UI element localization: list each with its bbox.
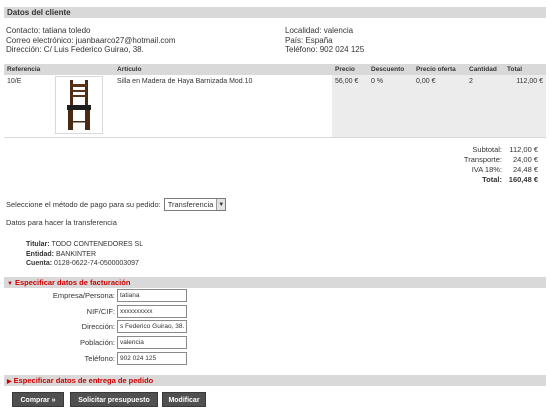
bank-holder: Titular: TODO CONTENEDORES SL [26, 240, 143, 250]
vat-value: 24,48 € [512, 165, 538, 174]
contact-locality: Localidad: valencia [285, 26, 354, 35]
order-table: Referencia Artículo Precio Descuento Pre… [4, 64, 546, 138]
header-article: Artículo [114, 64, 332, 75]
billing-address-row: Dirección: s Federico Guirao, 38. [0, 320, 187, 333]
cell-offer-price: 0,00 € [413, 75, 466, 138]
bank-holder-label: Titular: [26, 241, 50, 248]
billing-city-row: Población: valencia [0, 336, 187, 349]
order-table-header: Referencia Artículo Precio Descuento Pre… [4, 64, 546, 75]
header-reference: Referencia [4, 64, 52, 75]
chair-image[interactable] [55, 76, 103, 134]
company-label: Empresa/Persona: [52, 291, 115, 300]
bank-account-value: 0128-0622-74-0500003097 [54, 260, 139, 267]
vat-row: IVA 18%: 24,48 € [432, 165, 538, 175]
bank-account: Cuenta: 0128-0622-74-0500003097 [26, 259, 143, 269]
bank-entity-value: BANKINTER [55, 250, 97, 258]
payment-method-select[interactable]: Transferencia ▼ [163, 198, 227, 211]
transfer-title: Datos para hacer la transferencia [6, 218, 117, 227]
billing-company-row: Empresa/Persona: tatiana [0, 289, 187, 302]
bank-entity-label: Entidad: [26, 250, 54, 258]
modify-button[interactable]: Modificar [162, 392, 206, 407]
chair-icon [67, 80, 91, 130]
billing-section-toggle[interactable]: ▼ Especificar datos de facturación [4, 277, 546, 288]
header-total: Total [504, 64, 546, 75]
vat-label: IVA 18%: [471, 165, 502, 174]
contact-email: Correo electrónico: juanbaarco27@hotmail… [6, 35, 176, 45]
shipping-row: Transporte: 24,00 € [432, 155, 538, 165]
total-label: Total: [482, 175, 502, 184]
billing-section-title: Especificar datos de facturación [14, 278, 131, 287]
shipping-label: Transporte: [463, 155, 502, 164]
cell-quantity: 2 [466, 75, 504, 138]
shipping-value: 24,00 € [512, 155, 538, 164]
delivery-section-toggle[interactable]: ▶ Especificar datos de entrega de pedido [4, 375, 546, 386]
phone-label: Teléfono: [84, 354, 115, 363]
contact-info-right: Localidad: valencia País: España Teléfon… [285, 26, 364, 55]
payment-method-label: Seleccione el método de pago para su ped… [6, 200, 161, 209]
contact-info-left: Contacto: tatiana toledo Correo electrón… [6, 26, 176, 55]
payment-method-value: Transferencia [167, 200, 214, 209]
address-field[interactable]: s Federico Guirao, 38. [117, 320, 187, 333]
city-label: Población: [79, 338, 115, 347]
client-section-title: Datos del cliente [7, 8, 71, 17]
table-row: 10/E Silla en Madera de Haya Barnizada M… [4, 75, 546, 138]
header-price: Precio [332, 64, 368, 75]
nif-field[interactable]: xxxxxxxxxx [117, 305, 187, 318]
bank-account-label: Cuenta: [26, 260, 53, 267]
subtotal-row: Subtotal: 112,00 € [432, 145, 538, 155]
delivery-section-title: Especificar datos de entrega de pedido [13, 376, 154, 385]
cell-total: 112,00 € [504, 75, 546, 138]
contact-address: Dirección: C/ Luis Federico Guirao, 38. [6, 45, 144, 54]
request-quote-button[interactable]: Solicitar presupuesto [70, 392, 158, 407]
header-discount: Descuento [368, 64, 413, 75]
triangle-right-icon: ▶ [7, 379, 12, 385]
chevron-down-icon[interactable]: ▼ [216, 199, 226, 210]
city-field[interactable]: valencia [117, 336, 187, 349]
phone-field[interactable]: 902 024 125 [117, 352, 187, 365]
contact-name: Contacto: tatiana toledo [6, 26, 91, 35]
cell-discount: 0 % [368, 75, 413, 138]
company-field[interactable]: tatiana [117, 289, 187, 302]
payment-method-row: Seleccione el método de pago para su ped… [6, 198, 227, 211]
address-label: Dirección: [81, 322, 115, 331]
contact-phone: Teléfono: 902 024 125 [285, 45, 365, 54]
order-totals: Subtotal: 112,00 € Transporte: 24,00 € I… [432, 145, 538, 185]
billing-phone-row: Teléfono: 902 024 125 [0, 352, 187, 365]
cell-reference: 10/E [4, 75, 52, 138]
header-offer-price: Precio oferta [413, 64, 466, 75]
contact-country: País: España [285, 35, 333, 45]
cell-article: Silla en Madera de Haya Barnizada Mod.10 [114, 75, 332, 138]
client-section-header: Datos del cliente [4, 7, 546, 18]
total-row: Total: 160,48 € [432, 175, 538, 185]
bank-entity: Entidad: BANKINTER [26, 250, 143, 260]
bank-holder-value: TODO CONTENEDORES SL [51, 241, 144, 248]
buy-button[interactable]: Comprar » [12, 392, 64, 407]
total-value: 160,48 € [508, 175, 538, 184]
nif-label: NIF/CIF: [86, 307, 115, 316]
cell-price: 56,00 € [332, 75, 368, 138]
header-quantity: Cantidad [466, 64, 504, 75]
bank-details: Titular: TODO CONTENEDORES SL Entidad: B… [26, 240, 143, 269]
billing-nif-row: NIF/CIF: xxxxxxxxxx [0, 305, 187, 318]
subtotal-label: Subtotal: [472, 145, 502, 154]
subtotal-value: 112,00 € [509, 145, 538, 154]
